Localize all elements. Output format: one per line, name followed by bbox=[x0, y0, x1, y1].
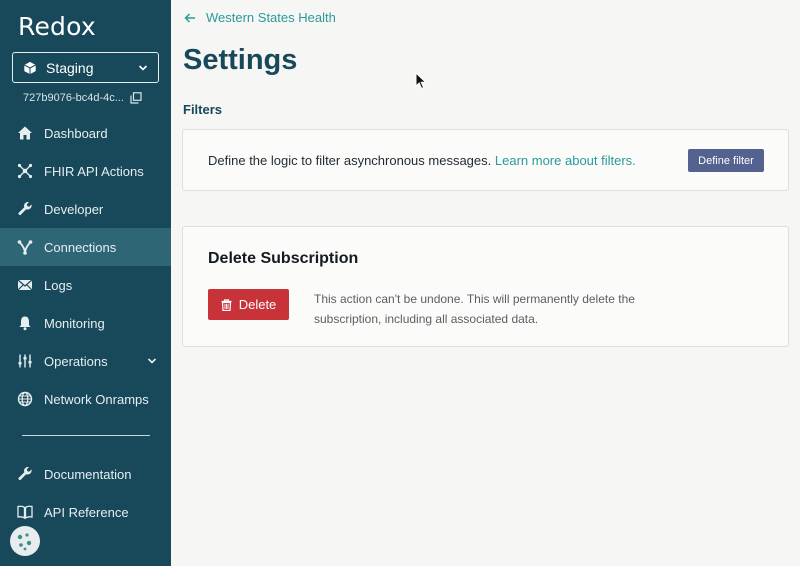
sidebar-item-monitoring[interactable]: Monitoring bbox=[0, 304, 171, 342]
book-icon bbox=[17, 505, 33, 520]
chevron-down-icon bbox=[138, 64, 148, 71]
page-title: Settings bbox=[183, 44, 298, 76]
delete-button-label: Delete bbox=[238, 297, 277, 312]
envelope-icon bbox=[17, 279, 33, 291]
sliders-icon bbox=[18, 354, 32, 368]
environment-label: Staging bbox=[46, 59, 94, 76]
define-filter-button[interactable]: Define filter bbox=[688, 149, 764, 172]
sidebar-item-label: Developer bbox=[44, 201, 104, 217]
sidebar-item-dashboard[interactable]: Dashboard bbox=[0, 114, 171, 152]
sidebar-item-label: Network Onramps bbox=[44, 391, 149, 407]
learn-more-filters-link[interactable]: Learn more about filters. bbox=[495, 153, 636, 168]
sidebar-item-connections[interactable]: Connections bbox=[0, 228, 171, 266]
home-icon bbox=[18, 126, 32, 140]
redox-logo[interactable]: Redox bbox=[18, 12, 96, 41]
wrench-icon bbox=[18, 466, 32, 481]
bell-icon bbox=[19, 316, 31, 331]
wrench-icon bbox=[18, 201, 32, 216]
filters-description: Define the logic to filter asynchronous … bbox=[208, 153, 636, 168]
globe-icon bbox=[17, 391, 33, 407]
cube-icon bbox=[24, 61, 36, 74]
arrow-left-icon bbox=[184, 12, 195, 23]
filters-section-label: Filters bbox=[183, 102, 223, 117]
cookie-settings-button[interactable] bbox=[10, 526, 40, 556]
sidebar-item-label: Monitoring bbox=[44, 315, 105, 331]
sidebar-item-fhir-api-actions[interactable]: FHIR API Actions bbox=[0, 152, 171, 190]
sidebar-item-operations[interactable]: Operations bbox=[0, 342, 171, 380]
trash-icon bbox=[221, 298, 232, 311]
copy-icon[interactable] bbox=[130, 92, 142, 104]
delete-warning-text: This action can't be undone. This will p… bbox=[314, 292, 635, 326]
cookie-icon bbox=[12, 528, 38, 554]
mouse-cursor-icon bbox=[415, 72, 427, 90]
sidebar-item-label: Operations bbox=[44, 353, 108, 369]
environment-id-text: 727b9076-bc4d-4c... bbox=[23, 92, 124, 104]
breadcrumb-link[interactable]: Western States Health bbox=[206, 10, 336, 25]
sidebar-item-network-onramps[interactable]: Network Onramps bbox=[0, 380, 171, 418]
breadcrumb[interactable]: Western States Health bbox=[184, 10, 336, 25]
delete-button[interactable]: Delete bbox=[208, 289, 289, 320]
fhir-icon bbox=[17, 163, 33, 179]
sidebar-item-logs[interactable]: Logs bbox=[0, 266, 171, 304]
sidebar-item-label: Documentation bbox=[44, 466, 132, 482]
delete-subscription-heading: Delete Subscription bbox=[208, 250, 359, 267]
connections-icon bbox=[17, 240, 33, 255]
environment-id: 727b9076-bc4d-4c... bbox=[23, 92, 142, 104]
sidebar-item-label: Logs bbox=[44, 277, 73, 293]
sidebar-nav: Dashboard FHIR API Actions Developer Con… bbox=[0, 114, 171, 418]
filters-description-text: Define the logic to filter asynchronous … bbox=[208, 153, 492, 168]
sidebar-item-documentation[interactable]: Documentation bbox=[0, 455, 171, 493]
chevron-down-icon bbox=[147, 358, 157, 364]
sidebar: Redox Staging 727b9076-bc4d-4c... Dashbo… bbox=[0, 0, 171, 566]
filters-card: Define the logic to filter asynchronous … bbox=[182, 129, 789, 191]
environment-selector[interactable]: Staging bbox=[12, 52, 159, 83]
sidebar-item-label: API Reference bbox=[44, 504, 129, 520]
sidebar-bottom-nav: Documentation API Reference bbox=[0, 455, 171, 531]
sidebar-item-label: Dashboard bbox=[44, 125, 108, 141]
sidebar-item-label: FHIR API Actions bbox=[44, 163, 144, 179]
main-content: Western States Health Settings Filters D… bbox=[171, 0, 800, 566]
delete-subscription-card: Delete Subscription Delete This action c… bbox=[182, 226, 789, 347]
sidebar-divider bbox=[22, 435, 150, 436]
sidebar-item-label: Connections bbox=[44, 239, 117, 255]
sidebar-item-developer[interactable]: Developer bbox=[0, 190, 171, 228]
